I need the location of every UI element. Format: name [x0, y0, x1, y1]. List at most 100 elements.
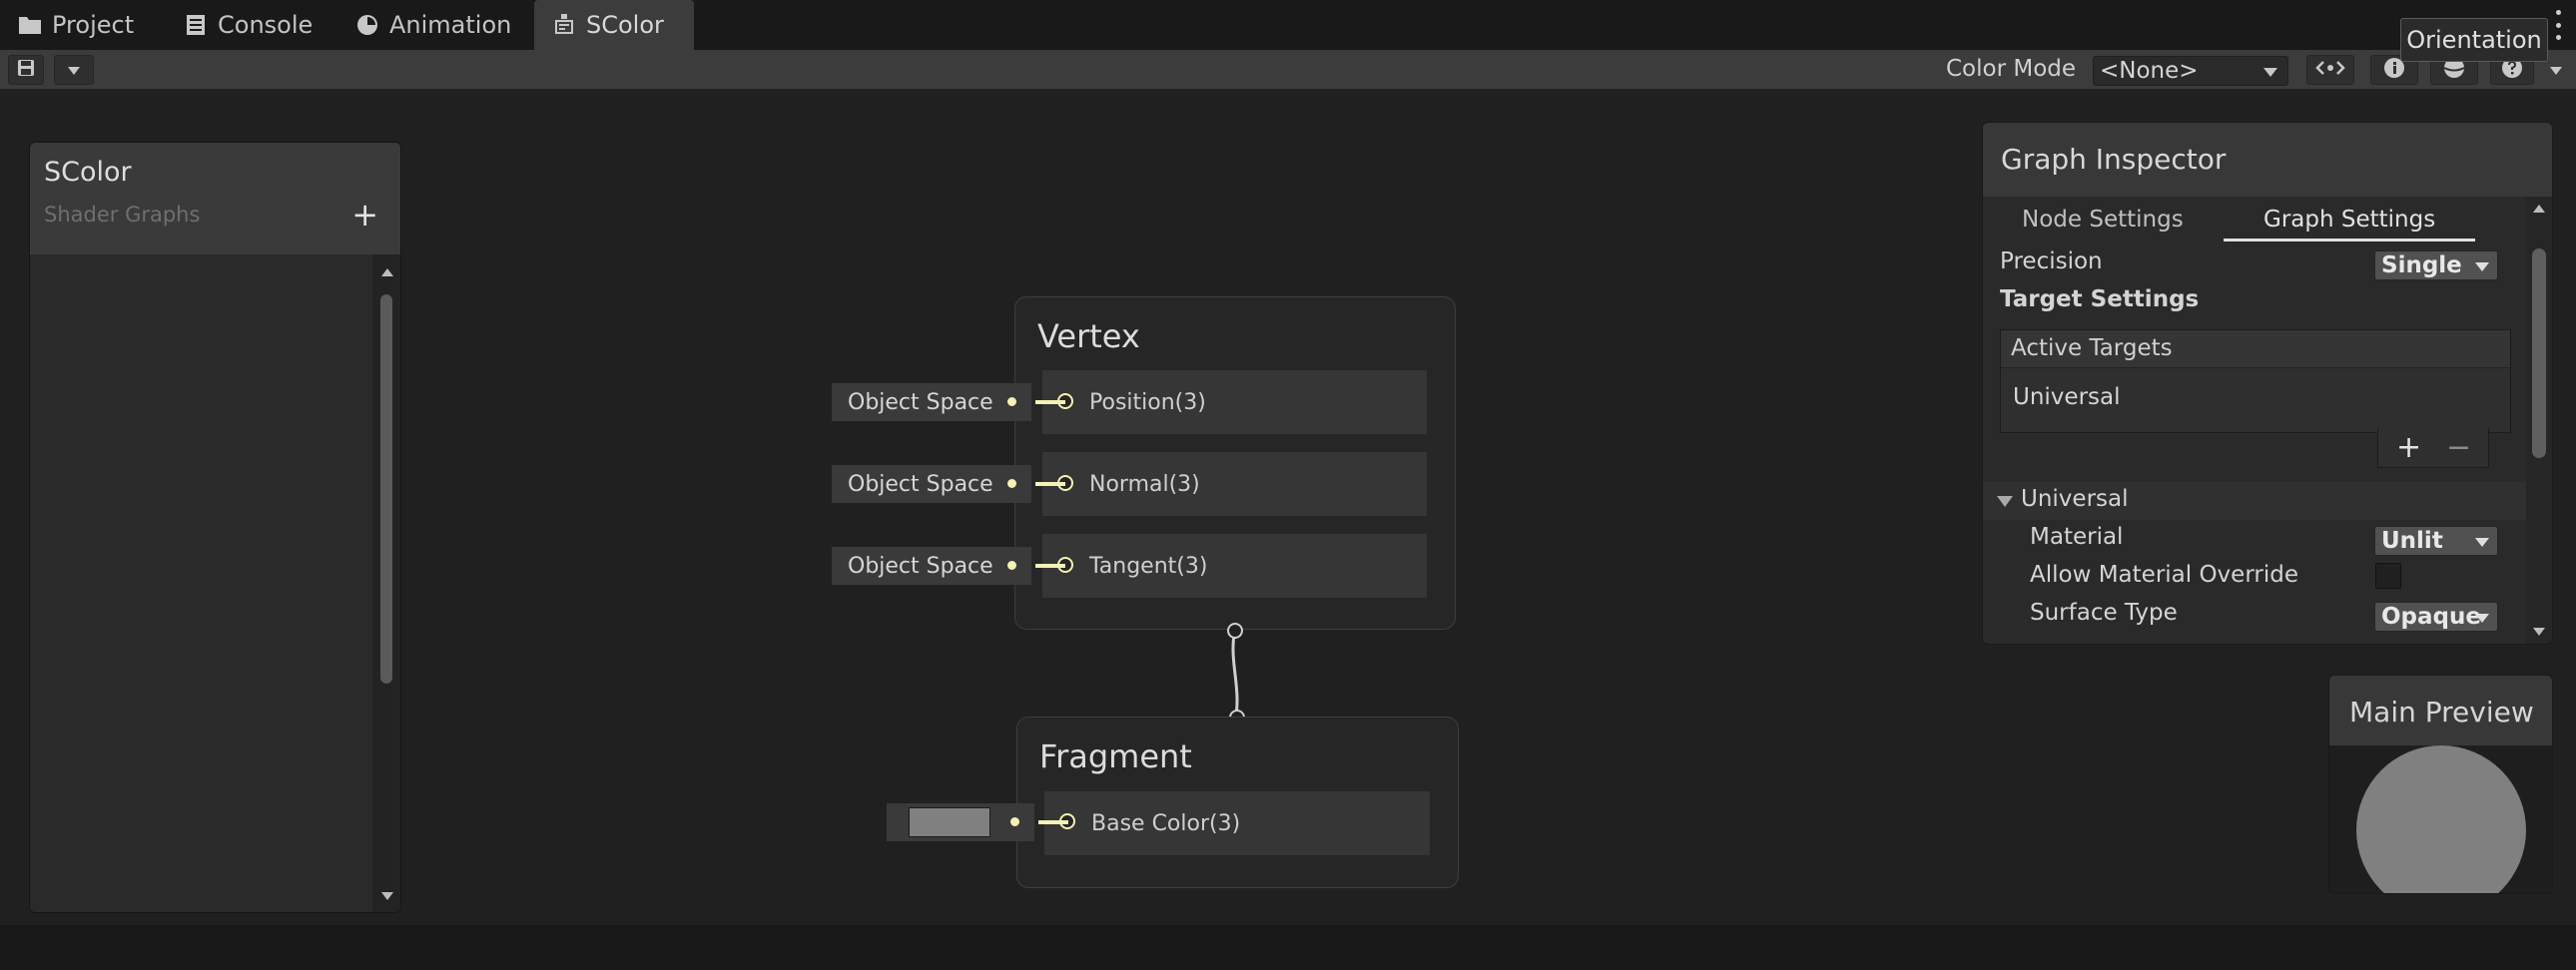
- flow-output-port[interactable]: [1227, 623, 1243, 639]
- inspector-tabs: Node Settings Graph Settings: [1983, 197, 2528, 244]
- tab-label: Project: [52, 11, 135, 39]
- universal-foldout[interactable]: Universal: [1983, 482, 2528, 520]
- main-preview-panel: Main Preview: [2328, 675, 2553, 894]
- block-tangent[interactable]: Tangent(3): [1042, 534, 1427, 598]
- fragment-context[interactable]: Fragment Base Color(3): [1016, 717, 1459, 888]
- color-swatch[interactable]: [909, 807, 990, 837]
- input-label: Object Space: [848, 553, 993, 579]
- toggle-blackboard-button[interactable]: [2306, 55, 2354, 85]
- toolbar: Color Mode <None>: [0, 50, 2576, 90]
- shader-graph-icon: [552, 14, 576, 36]
- chevron-down-icon: [2263, 68, 2277, 77]
- save-options-dropdown[interactable]: [54, 55, 94, 85]
- scroll-up-icon[interactable]: [2533, 205, 2545, 213]
- save-button[interactable]: [8, 55, 44, 85]
- vertex-context[interactable]: Vertex Position(3) Normal(3) Tangent(3): [1014, 296, 1456, 630]
- material-label: Material: [2030, 524, 2124, 550]
- tab-animation[interactable]: Animation: [337, 0, 517, 50]
- block-label: Tangent(3): [1089, 554, 1208, 579]
- scrollbar-thumb[interactable]: [380, 294, 392, 684]
- input-label: Object Space: [848, 471, 993, 497]
- chevron-down-icon: [2475, 614, 2489, 623]
- status-bar: [0, 925, 2576, 970]
- list-header-label: Active Targets: [2011, 335, 2173, 361]
- block-base-color[interactable]: Base Color(3): [1044, 791, 1430, 855]
- allow-material-override-checkbox[interactable]: [2375, 563, 2401, 589]
- scroll-up-icon[interactable]: [381, 268, 393, 276]
- list-buttons: + −: [2377, 428, 2489, 468]
- default-input-normal[interactable]: Object Space: [832, 465, 1031, 503]
- color-mode-value: <None>: [2100, 58, 2199, 84]
- dropdown-value: Opaque: [2381, 604, 2481, 630]
- output-dot: [1007, 561, 1016, 570]
- material-dropdown[interactable]: Unlit: [2374, 526, 2498, 556]
- block-normal[interactable]: Normal(3): [1042, 452, 1427, 516]
- active-tab-indicator: [2224, 239, 2475, 242]
- wire: [1038, 820, 1068, 824]
- dropdown-value: Single: [2381, 252, 2462, 278]
- console-icon: [184, 14, 208, 36]
- inspector-title: Graph Inspector: [2001, 143, 2227, 176]
- remove-target-button[interactable]: −: [2446, 430, 2471, 465]
- default-input-position[interactable]: Object Space: [832, 383, 1031, 421]
- node-title: Fragment: [1039, 737, 1192, 775]
- scroll-down-icon[interactable]: [2533, 628, 2545, 636]
- blackboard-icon: [2315, 60, 2345, 80]
- editor-tab-bar: Project Console Animation SColor: [0, 0, 2576, 50]
- block-position[interactable]: Position(3): [1042, 370, 1427, 434]
- chevron-down-icon: [67, 61, 81, 80]
- preview-sphere: [2356, 745, 2526, 893]
- preview-header: Main Preview: [2329, 676, 2552, 745]
- add-target-button[interactable]: +: [2396, 430, 2421, 465]
- block-label: Normal(3): [1089, 472, 1200, 497]
- more-options-icon[interactable]: [2554, 10, 2562, 40]
- allow-material-override-label: Allow Material Override: [2030, 562, 2298, 588]
- blackboard-panel: SColor Shader Graphs +: [29, 142, 401, 913]
- tab-scolor[interactable]: SColor: [534, 0, 694, 50]
- wire: [1035, 400, 1065, 404]
- tab-graph-settings[interactable]: Graph Settings: [2263, 207, 2435, 233]
- animation-icon: [355, 14, 379, 36]
- active-targets-list: Active Targets Universal: [2000, 329, 2511, 433]
- tab-node-settings[interactable]: Node Settings: [2022, 207, 2184, 233]
- node-title: Vertex: [1037, 317, 1140, 355]
- block-label: Position(3): [1089, 390, 1206, 415]
- precision-label: Precision: [2000, 248, 2103, 274]
- output-dot: [1007, 479, 1016, 488]
- wire: [1035, 482, 1065, 486]
- preview-viewport[interactable]: [2329, 745, 2552, 893]
- tab-label: Animation: [389, 11, 512, 39]
- surface-type-label: Surface Type: [2030, 600, 2178, 626]
- chevron-down-icon: [2475, 538, 2489, 547]
- foldout-label: Universal: [2021, 486, 2129, 512]
- tab-project[interactable]: Project: [0, 0, 150, 50]
- scrollbar-thumb[interactable]: [2532, 248, 2546, 458]
- inspector-scrollbar[interactable]: [2526, 197, 2552, 644]
- blackboard-header: SColor Shader Graphs +: [30, 143, 400, 254]
- tab-label: Console: [218, 11, 314, 39]
- list-item[interactable]: Universal: [2013, 384, 2121, 410]
- output-dot: [1007, 397, 1016, 406]
- foldout-arrow-icon[interactable]: [1997, 496, 2013, 507]
- chevron-down-icon: [2475, 262, 2489, 271]
- tab-console[interactable]: Console: [166, 0, 325, 50]
- preview-title: Main Preview: [2349, 696, 2534, 728]
- blackboard-subtitle: Shader Graphs: [44, 203, 201, 227]
- add-property-button[interactable]: +: [351, 199, 378, 231]
- list-header: Active Targets: [2001, 330, 2510, 368]
- scroll-down-icon[interactable]: [381, 892, 393, 900]
- output-dot: [1010, 817, 1019, 826]
- default-input-tangent[interactable]: Object Space: [832, 547, 1031, 585]
- chevron-down-icon: [2549, 61, 2563, 80]
- default-input-base-color[interactable]: [887, 803, 1034, 841]
- save-icon: [17, 59, 35, 81]
- color-mode-select[interactable]: <None>: [2093, 56, 2288, 86]
- surface-type-dropdown[interactable]: Opaque: [2374, 602, 2498, 632]
- blackboard-scrollbar[interactable]: [372, 254, 400, 912]
- tooltip: Orientation: [2400, 18, 2548, 62]
- wire: [1035, 564, 1065, 568]
- color-mode-label: Color Mode: [1946, 56, 2077, 82]
- target-settings-heading: Target Settings: [2000, 286, 2200, 312]
- precision-dropdown[interactable]: Single: [2374, 250, 2498, 280]
- folder-icon: [18, 14, 42, 36]
